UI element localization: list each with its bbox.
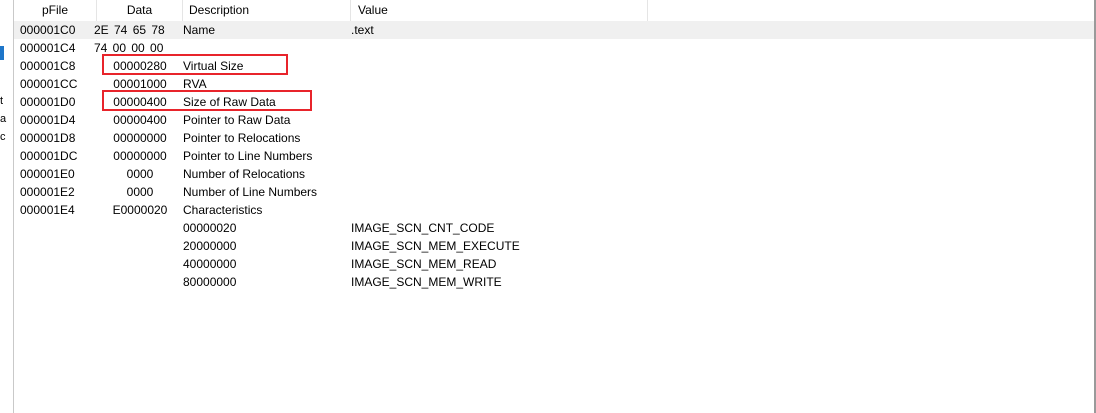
table-row[interactable]: 000001DC 00000000 Pointer to Line Numbers [14, 147, 1094, 165]
table-row[interactable]: 000001E4 E0000020 Characteristics [14, 201, 1094, 219]
left-pane-edge: t a c [0, 0, 14, 413]
highlight-box-virtual-size [102, 54, 288, 75]
row-pfile-cell: 000001C0 [20, 23, 76, 37]
row-description-cell: 20000000 [183, 239, 237, 253]
highlight-box-size-of-raw-data [102, 90, 312, 111]
column-header-pfile[interactable]: pFile [14, 0, 97, 21]
row-data-cell: E0000020 [112, 203, 168, 217]
row-pfile-cell: 000001D8 [20, 131, 76, 145]
row-pfile-cell: 000001C8 [20, 59, 76, 73]
row-value-cell: .text [351, 23, 374, 37]
row-pfile-cell: 000001D4 [20, 113, 76, 127]
row-description-cell: Pointer to Relocations [183, 131, 301, 145]
row-description-cell: Name [183, 23, 216, 37]
row-description-cell: Characteristics [183, 203, 263, 217]
row-description-cell: Number of Relocations [183, 167, 306, 181]
section-header-list-view[interactable]: pFile Data Description Value 000001C0 2E … [14, 0, 1096, 413]
left-pane-text-fragment: c [0, 131, 6, 143]
row-value-cell: IMAGE_SCN_MEM_WRITE [351, 275, 502, 289]
row-pfile-cell [20, 237, 94, 255]
row-pfile-cell: 000001E4 [20, 203, 75, 217]
table-row[interactable]: 40000000 IMAGE_SCN_MEM_READ [14, 255, 1094, 273]
column-header-description[interactable]: Description [183, 0, 351, 21]
tree-selection-marker [0, 46, 4, 60]
row-data-cell [97, 237, 183, 255]
table-row[interactable]: 000001D4 00000400 Pointer to Raw Data [14, 111, 1094, 129]
row-value-cell: IMAGE_SCN_MEM_READ [351, 257, 497, 271]
row-data-cell: 00000000 [113, 149, 167, 163]
row-pfile-cell [20, 255, 94, 273]
row-pfile-cell [20, 219, 94, 237]
row-value-cell: IMAGE_SCN_CNT_CODE [351, 221, 495, 235]
table-row[interactable]: 80000000 IMAGE_SCN_MEM_WRITE [14, 273, 1094, 291]
row-data-cell: 00000000 [113, 131, 167, 145]
row-description-cell: 00000020 [183, 221, 237, 235]
table-row[interactable]: 000001E2 0000 Number of Line Numbers [14, 183, 1094, 201]
table-row[interactable]: 000001E0 0000 Number of Relocations [14, 165, 1094, 183]
column-header-value[interactable]: Value [351, 0, 648, 21]
row-description-cell: Pointer to Raw Data [183, 113, 291, 127]
row-pfile-cell: 000001E2 [20, 185, 75, 199]
list-header: pFile Data Description Value [14, 0, 1096, 22]
table-row[interactable]: 000001C0 2E 74 65 78 Name .text [14, 21, 1094, 39]
row-pfile-cell: 000001DC [20, 149, 78, 163]
left-pane-text-fragment: a [0, 113, 7, 125]
row-description-cell: 80000000 [183, 275, 237, 289]
column-header-data[interactable]: Data [97, 0, 183, 21]
row-pfile-cell: 000001D0 [20, 95, 76, 109]
row-description-cell: Number of Line Numbers [183, 185, 318, 199]
row-data-cell [97, 273, 183, 291]
row-data-cell [97, 219, 183, 237]
left-pane-text-fragment: t [0, 95, 4, 107]
table-row[interactable]: 20000000 IMAGE_SCN_MEM_EXECUTE [14, 237, 1094, 255]
row-pfile-cell: 000001E0 [20, 167, 75, 181]
row-value-cell: IMAGE_SCN_MEM_EXECUTE [351, 239, 520, 253]
row-data-cell: 0000 [126, 185, 154, 199]
row-data-cell [97, 255, 183, 273]
table-row[interactable]: 000001D8 00000000 Pointer to Relocations [14, 129, 1094, 147]
row-pfile-cell [20, 273, 94, 291]
row-description-cell: 40000000 [183, 257, 237, 271]
row-pfile-cell: 000001C4 [20, 41, 76, 55]
row-pfile-cell: 000001CC [20, 77, 78, 91]
row-data-cell: 2E 74 65 78 [94, 23, 165, 37]
table-row[interactable]: 00000020 IMAGE_SCN_CNT_CODE [14, 219, 1094, 237]
row-data-cell: 00000400 [113, 113, 167, 127]
row-description-cell: Pointer to Line Numbers [183, 149, 313, 163]
row-data-cell: 0000 [126, 167, 154, 181]
